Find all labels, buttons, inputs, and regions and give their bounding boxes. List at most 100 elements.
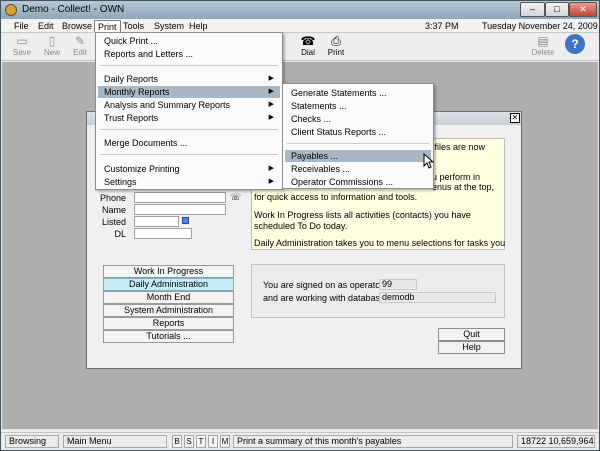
app-logo-icon (5, 4, 17, 16)
menu-edit[interactable]: Edit (35, 20, 57, 32)
delete-button[interactable]: ▤ Delete (530, 34, 556, 59)
save-icon: ▭ (16, 34, 28, 48)
submenu-arrow-icon: ▶ (268, 114, 274, 121)
print-button[interactable]: ⎙ Print (323, 34, 349, 59)
save-button[interactable]: ▭ Save (9, 34, 35, 59)
submenu-arrow-icon: ▶ (268, 101, 274, 108)
close-button[interactable]: ✕ (569, 2, 597, 17)
save-label: Save (12, 48, 32, 57)
status-message: Print a summary of this month's payables (233, 435, 513, 448)
phone-input[interactable] (134, 192, 226, 203)
title-bar: Demo - Collect! - OWN – □ ✕ (1, 1, 599, 19)
operator-value: 99 (379, 279, 417, 290)
database-value: demodb (379, 292, 496, 303)
database-label: and are working with database (263, 293, 386, 303)
menu-item-label: Analysis and Summary Reports (104, 100, 231, 110)
menu-item-quick-print[interactable]: Quick Print ... (98, 35, 280, 47)
menu-item-payables[interactable]: Payables ... (285, 150, 431, 162)
menu-separator (100, 65, 278, 66)
menu-item-analysis-reports[interactable]: Analysis and Summary Reports ▶ (98, 99, 280, 111)
monthly-reports-submenu: Generate Statements ... Statements ... C… (282, 83, 434, 189)
app-window: Demo - Collect! - OWN – □ ✕ File Edit Br… (0, 0, 600, 451)
new-button[interactable]: ▯ New (39, 34, 65, 59)
name-label: Name (101, 205, 126, 215)
menu-item-customize-printing[interactable]: Customize Printing ▶ (98, 163, 280, 175)
menu-browse[interactable]: Browse (59, 20, 95, 32)
menu-item-operator-commissions[interactable]: Operator Commissions ... (285, 176, 431, 188)
edit-label: Edit (73, 48, 87, 57)
info-daily-admin: Daily Administration takes you to menu s… (254, 238, 506, 248)
status-flag-i: I (208, 435, 218, 448)
menu-item-receivables[interactable]: Receivables ... (285, 163, 431, 175)
menu-tools[interactable]: Tools (120, 20, 147, 32)
name-input[interactable] (134, 204, 226, 215)
edit-icon: ✎ (74, 34, 86, 48)
new-icon: ▯ (48, 34, 56, 48)
listed-picker-icon[interactable] (182, 217, 189, 224)
status-bar: Browsing Main Menu B S T I M Print a sum… (1, 432, 599, 450)
listed-label: Listed (101, 217, 126, 227)
maximize-button[interactable]: □ (545, 2, 569, 17)
menu-item-checks[interactable]: Checks ... (285, 113, 431, 125)
menu-separator (287, 143, 429, 144)
menu-item-label: Trust Reports (104, 113, 159, 123)
help-button[interactable]: ? (562, 34, 588, 59)
submenu-arrow-icon: ▶ (268, 178, 274, 185)
menu-item-label: Customize Printing (104, 164, 180, 174)
help-icon: ? (565, 34, 585, 54)
menu-item-statements[interactable]: Statements ... (285, 100, 431, 112)
delete-label: Delete (531, 48, 555, 57)
status-flag-t: T (196, 435, 206, 448)
info-work-in-progress: Work In Progress lists all activities (c… (254, 210, 471, 231)
dl-input[interactable] (134, 228, 192, 239)
toolbar: ▭ Save ▯ New ✎ Edit ☎ Dial ⎙ Print ▤ Del… (1, 33, 599, 61)
menu-item-client-status-reports[interactable]: Client Status Reports ... (285, 126, 431, 138)
menu-item-trust-reports[interactable]: Trust Reports ▶ (98, 112, 280, 124)
menu-item-settings[interactable]: Settings ▶ (98, 176, 280, 188)
daily-administration-button[interactable]: Daily Administration (103, 278, 234, 291)
status-coords: 18722 10,659,964 (517, 435, 595, 448)
dialog-close-icon[interactable]: ✕ (510, 113, 520, 123)
tutorials-button[interactable]: Tutorials ... (103, 330, 234, 343)
dl-label: DL (114, 229, 126, 239)
delete-icon: ▤ (537, 34, 549, 48)
month-end-button[interactable]: Month End (103, 291, 234, 304)
operator-label: You are signed on as operator (263, 280, 384, 290)
status-flag-s: S (184, 435, 194, 448)
menu-item-generate-statements[interactable]: Generate Statements ... (285, 87, 431, 99)
status-mode: Browsing (5, 435, 59, 448)
status-flag-m: M (220, 435, 230, 448)
phone-icon: ☎ (300, 34, 316, 48)
menu-help[interactable]: Help (186, 20, 211, 32)
menu-separator (100, 129, 278, 130)
menu-file[interactable]: File (11, 20, 32, 32)
info-line-4: for quick access to information and tool… (254, 192, 418, 202)
menu-system[interactable]: System (151, 20, 187, 32)
dial-button[interactable]: ☎ Dial (295, 34, 321, 59)
work-in-progress-button[interactable]: Work In Progress (103, 265, 234, 278)
printer-icon: ⎙ (331, 34, 341, 48)
mouse-pointer-icon (423, 153, 435, 169)
phone-lookup-icon[interactable]: ☏ (230, 192, 241, 203)
dialog-help-button[interactable]: Help (438, 341, 505, 354)
menu-item-label: Monthly Reports (104, 87, 170, 97)
submenu-arrow-icon: ▶ (268, 165, 274, 172)
submenu-arrow-icon: ▶ (268, 75, 274, 82)
submenu-arrow-icon: ▶ (268, 88, 274, 95)
menu-item-reports-letters[interactable]: Reports and Letters ... (98, 48, 280, 60)
menu-item-monthly-reports[interactable]: Monthly Reports ▶ (98, 86, 280, 98)
quit-button[interactable]: Quit (438, 328, 505, 341)
reports-button[interactable]: Reports (103, 317, 234, 330)
window-title: Demo - Collect! - OWN (22, 4, 125, 15)
print-menu-dropdown: Quick Print ... Reports and Letters ... … (95, 32, 283, 190)
edit-button[interactable]: ✎ Edit (67, 34, 93, 59)
listed-input[interactable] (134, 216, 179, 227)
menu-item-merge-documents[interactable]: Merge Documents ... (98, 137, 280, 149)
menu-print[interactable]: Print (94, 20, 121, 32)
system-administration-button[interactable]: System Administration (103, 304, 234, 317)
info-line-3: enus at the top, (432, 182, 495, 192)
menu-item-label: Settings (104, 177, 137, 187)
menu-item-daily-reports[interactable]: Daily Reports ▶ (98, 73, 280, 85)
new-label: New (43, 48, 60, 57)
minimize-button[interactable]: – (520, 2, 545, 17)
